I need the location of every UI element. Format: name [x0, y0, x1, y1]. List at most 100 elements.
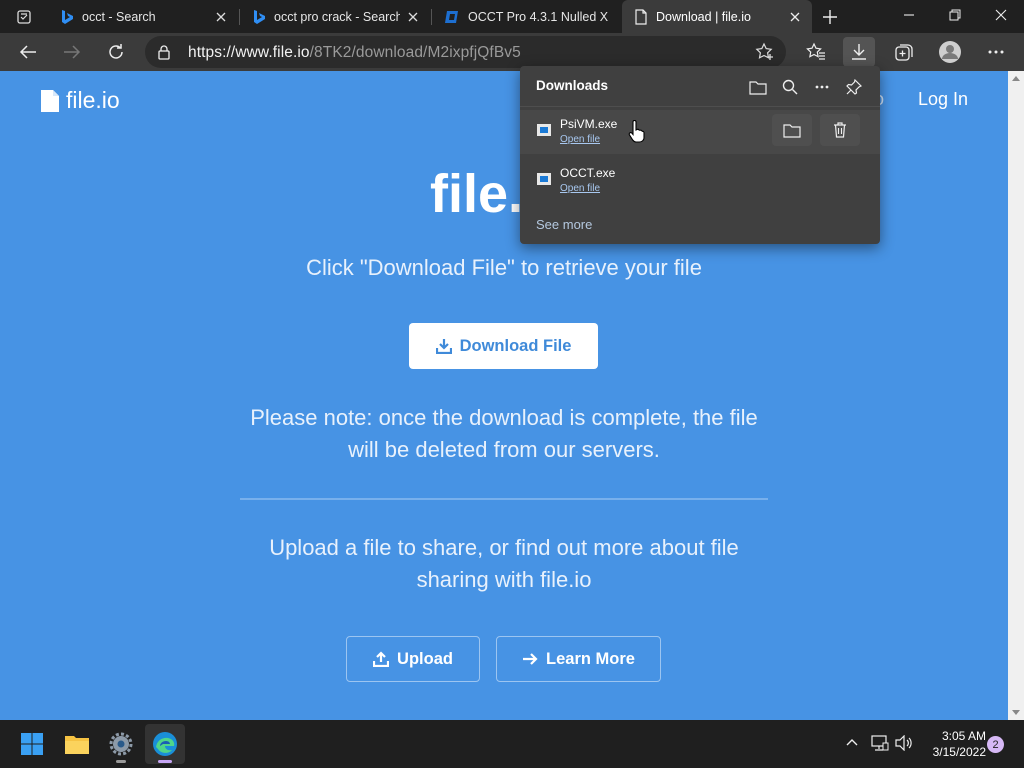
tab-actions-icon	[17, 10, 31, 24]
occt-icon	[445, 10, 458, 23]
download-filename: OCCT.exe	[560, 166, 616, 180]
profile-button[interactable]	[934, 37, 966, 67]
upload-info: Upload a file to share, or find out more…	[0, 532, 1008, 596]
folder-icon	[749, 80, 767, 95]
learn-more-button[interactable]: Learn More	[496, 636, 661, 682]
download-item[interactable]: PsiVM.exe Open file	[520, 110, 880, 154]
restore-icon	[949, 9, 961, 21]
system-clock[interactable]: 3:05 AM 3/15/2022	[920, 728, 986, 760]
page-icon	[635, 8, 647, 25]
section-divider	[240, 498, 768, 500]
downloads-button[interactable]	[843, 37, 875, 67]
plus-icon	[823, 10, 837, 24]
notification-badge[interactable]: 2	[987, 736, 1004, 753]
back-button[interactable]	[12, 37, 44, 67]
login-link[interactable]: Log In	[918, 89, 968, 110]
lock-icon[interactable]	[157, 44, 171, 60]
tab-occt-pro-crack-search[interactable]: occt pro crack - Search	[240, 0, 430, 33]
running-indicator	[116, 760, 126, 763]
open-downloads-folder-button[interactable]	[746, 76, 770, 98]
download-icon	[852, 44, 866, 60]
arrow-right-icon	[523, 653, 538, 665]
delete-download-button[interactable]	[820, 114, 860, 146]
tab-download-fileio[interactable]: Download | file.io	[622, 0, 812, 33]
see-more-link[interactable]: See more	[536, 217, 592, 232]
download-instruction: Click "Download File" to retrieve your f…	[306, 255, 702, 280]
tab-occt-nulled[interactable]: OCCT Pro 4.3.1 Nulled X	[432, 0, 622, 33]
close-tab-icon[interactable]	[400, 4, 426, 30]
network-icon[interactable]	[871, 735, 889, 751]
pin-icon	[846, 79, 862, 95]
close-tab-icon[interactable]	[782, 4, 808, 30]
tab-actions-button[interactable]	[8, 6, 40, 28]
download-filename: PsiVM.exe	[560, 117, 618, 131]
add-favorite-icon[interactable]	[755, 42, 775, 62]
open-file-link[interactable]: Open file	[560, 183, 600, 194]
upload-button[interactable]: Upload	[346, 636, 480, 682]
windows-logo-icon	[21, 733, 43, 755]
file-logo-icon	[41, 89, 59, 112]
search-icon	[782, 79, 798, 95]
show-in-folder-button[interactable]	[772, 114, 812, 146]
favorites-icon	[806, 42, 825, 60]
active-indicator	[158, 760, 172, 763]
folder-icon	[783, 123, 801, 138]
page-scrollbar[interactable]	[1008, 71, 1024, 720]
chevron-up-icon[interactable]	[846, 738, 858, 746]
close-window-button[interactable]	[978, 0, 1024, 30]
minimize-icon	[904, 14, 914, 16]
search-downloads-button[interactable]	[778, 76, 802, 98]
more-icon	[815, 85, 829, 89]
scroll-up-icon	[1012, 76, 1020, 81]
close-tab-icon[interactable]	[208, 4, 234, 30]
downloads-title: Downloads	[536, 78, 609, 93]
tab-strip: occt - Search occt pro crack - Search OC…	[0, 0, 1024, 33]
new-tab-button[interactable]	[816, 4, 844, 30]
settings-more-button[interactable]	[980, 37, 1012, 67]
taskbar: 3:05 AM 3/15/2022	[0, 720, 1024, 768]
url-host: https://www.file.io	[188, 44, 310, 61]
close-icon	[995, 9, 1007, 21]
edge-browser-button[interactable]	[145, 724, 185, 764]
site-logo[interactable]: file.io	[40, 87, 120, 114]
tab-title: occt - Search	[82, 9, 156, 24]
tab-occt-search[interactable]: occt - Search	[48, 0, 238, 33]
hand-cursor-icon	[628, 120, 645, 143]
tab-title: Download | file.io	[656, 9, 751, 24]
learn-more-label: Learn More	[546, 649, 635, 668]
open-file-link[interactable]: Open file	[560, 134, 600, 145]
minimize-button[interactable]	[886, 0, 932, 30]
start-button[interactable]	[12, 724, 52, 764]
bing-icon	[254, 9, 265, 24]
download-file-button[interactable]: Download File	[409, 323, 598, 369]
refresh-button[interactable]	[100, 37, 132, 67]
file-explorer-button[interactable]	[57, 724, 97, 764]
clock-date: 3/15/2022	[932, 745, 986, 759]
collections-button[interactable]	[888, 37, 920, 67]
trash-icon	[834, 122, 846, 138]
upload-label: Upload	[397, 649, 453, 668]
deletion-note: Please note: once the download is comple…	[0, 402, 1008, 466]
flyout-separator	[520, 106, 880, 107]
upload-icon	[373, 651, 390, 667]
exe-file-icon	[537, 173, 551, 185]
pin-downloads-button[interactable]	[842, 76, 866, 98]
forward-button[interactable]	[56, 37, 88, 67]
tab-title: occt pro crack - Search	[274, 9, 400, 24]
clock-time: 3:05 AM	[941, 729, 986, 743]
logo-text: file.io	[66, 87, 120, 113]
url-text[interactable]: https://www.file.io/8TK2/download/M2ixpf…	[188, 44, 521, 62]
settings-app-button[interactable]	[101, 724, 141, 764]
back-arrow-icon	[19, 45, 36, 59]
gear-icon	[109, 732, 133, 756]
avatar-icon	[939, 41, 961, 63]
download-tray-icon	[435, 339, 452, 354]
exe-file-icon	[537, 124, 551, 136]
address-bar[interactable]: https://www.file.io/8TK2/download/M2ixpf…	[145, 36, 786, 68]
download-item[interactable]: OCCT.exe Open file	[520, 159, 880, 203]
restore-button[interactable]	[932, 0, 978, 30]
favorites-button[interactable]	[800, 37, 832, 67]
downloads-more-options-button[interactable]	[810, 76, 834, 98]
volume-icon[interactable]	[895, 735, 913, 751]
tab-title: OCCT Pro 4.3.1 Nulled X	[468, 9, 609, 24]
